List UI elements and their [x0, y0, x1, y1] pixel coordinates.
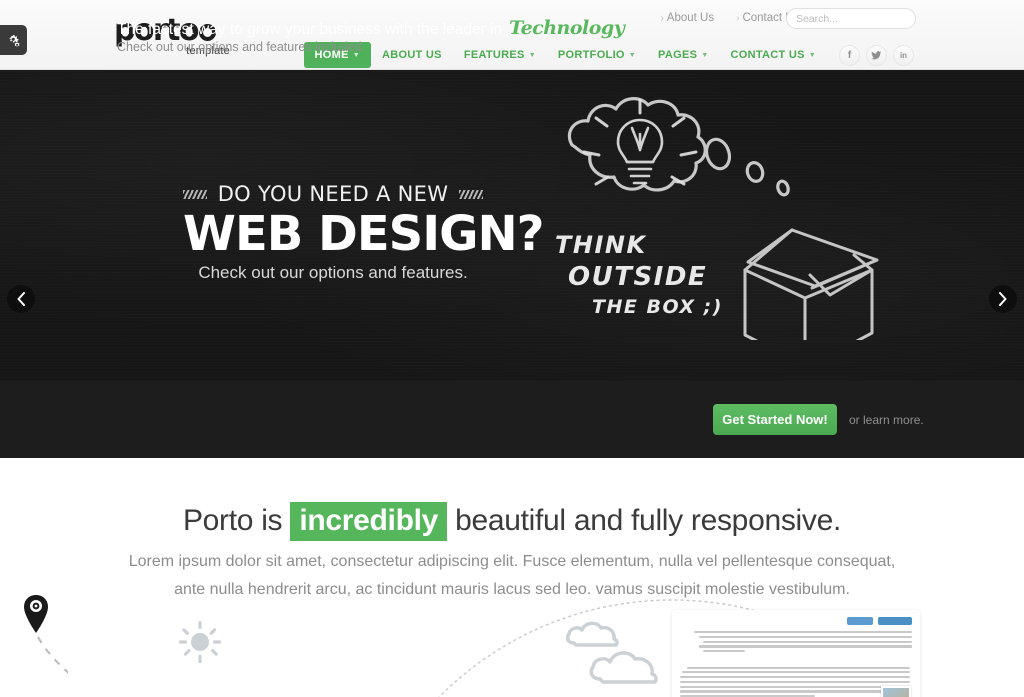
chalk-line-2: OUTSIDE [568, 262, 707, 292]
chevron-left-icon [17, 292, 25, 306]
twitter-icon[interactable] [866, 44, 887, 66]
hatch-rule-right-icon [459, 189, 483, 199]
sun-icon [179, 621, 221, 663]
mockup-nav [680, 617, 912, 625]
linkedin-icon[interactable]: in [893, 44, 914, 66]
chevron-down-icon: ▼ [628, 51, 637, 59]
get-started-button[interactable]: Get Started Now! [713, 404, 837, 435]
slider-next-button[interactable] [989, 285, 1017, 313]
main-content: Porto is incredibly beautiful and fully … [0, 458, 1024, 697]
nav-item-features[interactable]: FEATURES ▼ [453, 42, 547, 68]
chevron-right-icon: › [660, 13, 664, 24]
hero-copy: DO YOU NEED A NEW WEB DESIGN? Check out … [183, 182, 545, 283]
cta-subtitle: Check out our options and features inclu… [117, 40, 366, 54]
learn-more-link[interactable]: or learn more. [849, 413, 924, 427]
search-input[interactable] [796, 12, 931, 25]
page-root: porto template ›About Us ›Contact Us (12… [0, 0, 1024, 697]
chevron-down-icon: ▼ [528, 51, 536, 59]
facebook-icon[interactable]: f [839, 44, 860, 66]
social-links: f in [839, 44, 914, 66]
gears-icon [9, 34, 20, 47]
slider-prev-button[interactable] [7, 285, 35, 313]
lead-after: beautiful and fully responsive. [455, 504, 842, 537]
cta-title: The fastest way to grow your business wi… [117, 17, 625, 39]
main-nav: HOME ▼ ABOUT US FEATURES ▼ PORTFOLIO ▼ PAGE… [303, 42, 914, 68]
chevron-right-icon [999, 292, 1007, 306]
theme-settings-tab[interactable] [0, 25, 27, 55]
lead-highlight: incredibly [290, 502, 448, 541]
lead-before: Porto is [182, 504, 283, 537]
browser-mockup [672, 610, 920, 697]
chevron-right-icon: › [736, 13, 740, 24]
lead-headline: Porto is incredibly beautiful and fully … [0, 502, 1024, 541]
hero-subtitle: Check out our options and features. [198, 263, 468, 282]
mockup-body-top [680, 631, 912, 653]
utility-link-about-us[interactable]: › About Us [660, 12, 714, 24]
chalk-line-3: THE BOX ;) [592, 296, 723, 318]
illustration-area [0, 588, 1024, 697]
hatch-rule-left-icon [183, 189, 207, 199]
nav-item-about-us[interactable]: ABOUT US [371, 42, 453, 68]
chalk-line-1: THINK [555, 231, 647, 259]
hero-title: WEB DESIGN? [183, 206, 545, 262]
cta-title-prefix: The fastest way to grow your business wi… [117, 21, 503, 38]
mockup-nav-home [847, 617, 873, 625]
chalkboard-illustration: THINK OUTSIDE THE BOX ;) [555, 97, 879, 340]
search-box[interactable] [786, 8, 931, 29]
mockup-nav-about [878, 617, 912, 625]
chevron-down-icon: ▼ [808, 51, 816, 59]
nav-item-portfolio[interactable]: PORTFOLIO ▼ [547, 42, 647, 68]
nav-item-contact-us[interactable]: CONTACT US ▼ [719, 42, 827, 68]
hero-kicker: DO YOU NEED A NEW [183, 182, 483, 206]
cta-title-script: Technology [509, 17, 625, 39]
hero-slider: DO YOU NEED A NEW WEB DESIGN? Check out … [0, 70, 1024, 381]
mockup-body-bottom [680, 666, 912, 697]
mockup-thumbnail-image [881, 686, 911, 697]
chevron-down-icon: ▼ [701, 51, 709, 59]
map-pin-icon [24, 595, 68, 674]
nav-item-pages[interactable]: PAGES ▼ [647, 42, 719, 68]
